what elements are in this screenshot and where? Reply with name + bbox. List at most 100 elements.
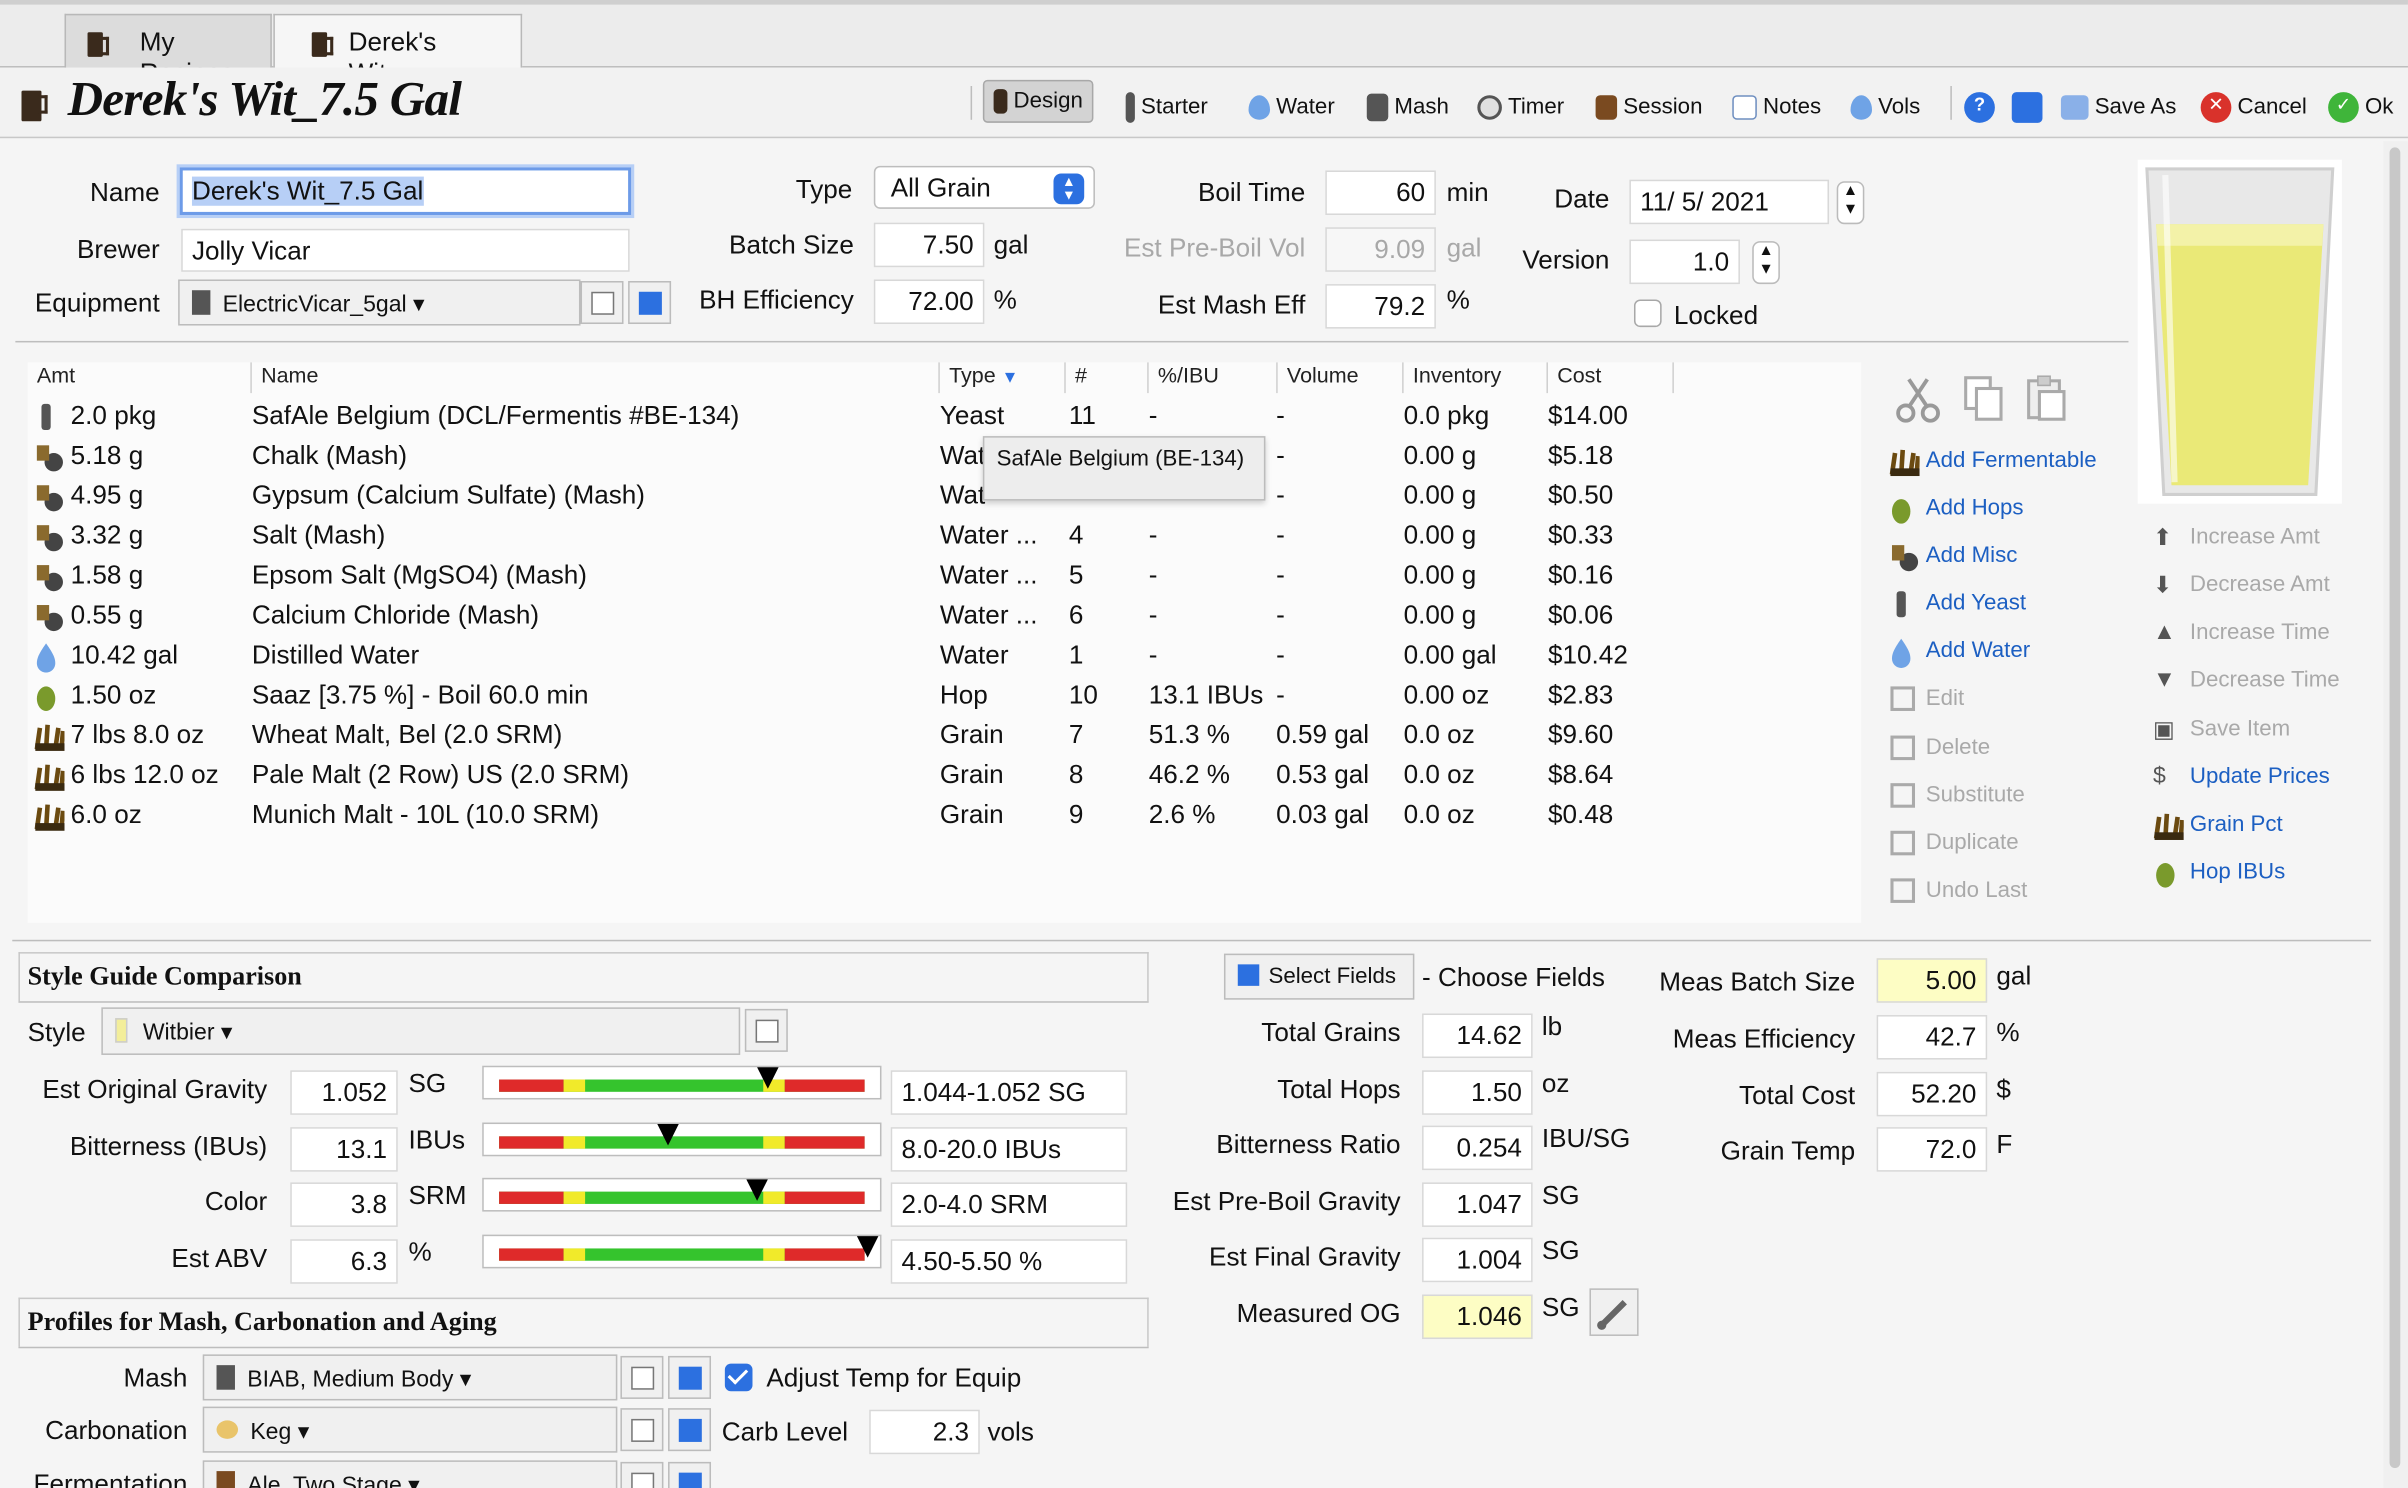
column-header-pct-ibu[interactable]: %/IBU [1149, 362, 1278, 394]
tab-current-recipe[interactable]: Derek's Wit_... [273, 13, 523, 88]
version-stepper[interactable]: ▲ ▼ [1752, 241, 1780, 285]
delete-button[interactable]: Delete [1889, 736, 1990, 761]
column-header-volume[interactable]: Volume [1278, 362, 1404, 394]
yeast-vial-icon [1125, 91, 1135, 123]
carbonation-dropdown[interactable]: Keg ▾ [202, 1406, 618, 1453]
column-header-cost[interactable]: Cost [1548, 362, 1674, 394]
stat-value[interactable]: 1.046 [1422, 1294, 1533, 1340]
design-button[interactable]: Design [982, 79, 1094, 123]
scrollbar[interactable] [2383, 141, 2408, 1488]
ingredients-table[interactable]: Amt Name Type ▼ # %/IBU Volume Inventory… [27, 362, 1862, 923]
cell-cost: $9.60 [1547, 720, 1614, 750]
fermentation-dropdown[interactable]: Ale, Two Stage ▾ [202, 1460, 618, 1488]
cut-button[interactable] [1894, 375, 1943, 424]
measurement-value[interactable]: 52.20 [1876, 1071, 1988, 1116]
save-carbonation-button[interactable] [668, 1408, 712, 1452]
measurement-value[interactable]: 42.7 [1876, 1014, 1988, 1060]
session-button[interactable]: Session [1595, 83, 1702, 123]
decrease-amt-button[interactable]: ⬇ Decrease Amt [2153, 573, 2330, 599]
mash-eff-input[interactable]: 79.2 [1325, 284, 1436, 329]
mash-tun-icon [216, 1365, 235, 1390]
increase-amt-button[interactable]: ⬆ Increase Amt [2153, 525, 2320, 552]
edit-equipment-button[interactable] [580, 281, 624, 325]
grain-pct-button[interactable]: Grain Pct [2153, 812, 2283, 840]
table-row[interactable]: 5.18 g Chalk (Mash) Wat - 0.00 g $5.18 [28, 436, 1862, 476]
paste-button[interactable] [2024, 375, 2070, 424]
style-dropdown[interactable]: Witbier ▾ [101, 1007, 741, 1055]
help-button[interactable]: ? [1964, 83, 1995, 123]
measurement-value[interactable]: 5.00 [1876, 958, 1988, 1003]
column-header-name[interactable]: Name [252, 362, 940, 394]
ok-button[interactable]: ✓ Ok [2328, 83, 2393, 123]
table-row[interactable]: 4.95 g Gypsum (Calcium Sulfate) (Mash) Wat… [28, 476, 1862, 516]
starter-button[interactable]: Starter [1125, 83, 1208, 123]
column-header-number[interactable]: # [1066, 362, 1149, 394]
notes-button[interactable]: Notes [1732, 83, 1821, 123]
increase-time-button[interactable]: ▲ Increase Time [2153, 619, 2330, 645]
decrease-time-button[interactable]: ▼ Decrease Time [2153, 666, 2340, 692]
measurement-value[interactable]: 72.0 [1876, 1127, 1988, 1173]
version-input[interactable]: 1.0 [1629, 239, 1740, 285]
table-row[interactable]: 1.58 g Epsom Salt (MgSO4) (Mash) Water ...… [28, 556, 1862, 596]
column-header-inventory[interactable]: Inventory [1404, 362, 1548, 394]
type-select[interactable]: All Grain ▲ ▼ [873, 165, 1095, 209]
equipment-dropdown[interactable]: ElectricVicar_5gal ▾ [178, 279, 581, 326]
batch-size-input[interactable]: 7.50 [873, 222, 985, 268]
bh-efficiency-input[interactable]: 72.00 [873, 279, 985, 325]
water-button[interactable]: Water [1248, 83, 1335, 123]
table-row[interactable]: 6.0 oz Munich Malt - 10L (10.0 SRM) Grain 9… [28, 795, 1862, 835]
date-input[interactable]: 11/ 5/ 2021 [1629, 179, 1830, 225]
edit-fermentation-button[interactable] [620, 1461, 664, 1488]
scrollbar-thumb[interactable] [2389, 147, 2401, 1469]
mash-profile-dropdown[interactable]: BIAB, Medium Body ▾ [202, 1354, 618, 1401]
add-water-button[interactable]: Add Water [1889, 638, 2030, 668]
date-stepper[interactable]: ▲ ▼ [1836, 181, 1865, 225]
save-item-button[interactable]: ▣ Save Item [2153, 717, 2290, 743]
timer-button[interactable]: Timer [1477, 83, 1564, 123]
add-misc-button[interactable]: Add Misc [1889, 544, 2017, 572]
save-as-button[interactable]: Save As [2060, 83, 2176, 123]
edit-mash-button[interactable] [620, 1355, 664, 1399]
hop-ibus-button[interactable]: Hop IBUs [2153, 860, 2285, 888]
select-fields-button[interactable]: Select Fields [1223, 953, 1415, 1000]
table-row[interactable]: 6 lbs 12.0 oz Pale Malt (2 Row) US (2.0 S… [28, 756, 1862, 796]
table-row[interactable]: 10.42 gal Distilled Water Water 1 - - 0.00 gal… [28, 636, 1862, 676]
name-input[interactable]: Derek's Wit_7.5 Gal [179, 167, 632, 215]
measure-og-button[interactable] [1589, 1288, 1639, 1336]
column-header-amt[interactable]: Amt [28, 362, 252, 394]
locked-checkbox[interactable] [1633, 299, 1662, 328]
cancel-button[interactable]: ✕ Cancel [2200, 83, 2307, 123]
brewer-input[interactable]: Jolly Vicar [181, 228, 630, 272]
cell-pct: - [1148, 600, 1158, 630]
edit-style-button[interactable] [744, 1008, 788, 1052]
add-yeast-button[interactable]: Add Yeast [1889, 591, 2026, 618]
add-fermentable-button[interactable]: Add Fermentable [1889, 448, 2097, 477]
duplicate-button[interactable]: Duplicate [1889, 831, 2019, 856]
adjust-temp-checkbox[interactable] [724, 1363, 753, 1392]
save-mash-button[interactable] [668, 1355, 712, 1399]
tab-my-recipes[interactable]: My Recipes [64, 13, 272, 88]
undo-last-button[interactable]: Undo Last [1889, 878, 2027, 903]
save-fermentation-button[interactable] [668, 1461, 712, 1488]
add-hops-button[interactable]: Add Hops [1889, 496, 2024, 524]
update-prices-button[interactable]: $ Update Prices [2153, 763, 2330, 789]
style-label: Style [27, 1018, 86, 1048]
carb-level-input[interactable]: 2.3 [869, 1409, 980, 1455]
cell-cost: $0.06 [1547, 600, 1614, 630]
table-row[interactable]: 7 lbs 8.0 oz Wheat Malt, Bel (2.0 SRM) Gra… [28, 716, 1862, 756]
table-row[interactable]: 1.50 oz Saaz [3.75 %] - Boil 60.0 min Hop 1… [28, 676, 1862, 716]
table-row[interactable]: 2.0 pkg SafAle Belgium (DCL/Fermentis #BE… [28, 396, 1862, 436]
arrow-up-icon: ⬆ [2153, 525, 2173, 552]
mash-button[interactable]: Mash [1366, 83, 1449, 123]
column-header-type[interactable]: Type ▼ [940, 362, 1066, 394]
vols-button[interactable]: Vols [1850, 83, 1920, 123]
edit-button[interactable]: Edit [1889, 686, 1964, 711]
substitute-button[interactable]: Substitute [1889, 783, 2025, 808]
table-row[interactable]: 0.55 g Calcium Chloride (Mash) Water ... 6 -… [28, 596, 1862, 636]
boil-time-input[interactable]: 60 [1325, 170, 1436, 215]
table-row[interactable]: 3.32 g Salt (Mash) Water ... 4 - - 0.00 g $0.33 [28, 516, 1862, 556]
bubbles-icon [216, 1420, 239, 1439]
copy-button[interactable] [1961, 375, 2007, 424]
save-button[interactable] [2011, 83, 2043, 123]
edit-carbonation-button[interactable] [620, 1408, 664, 1452]
